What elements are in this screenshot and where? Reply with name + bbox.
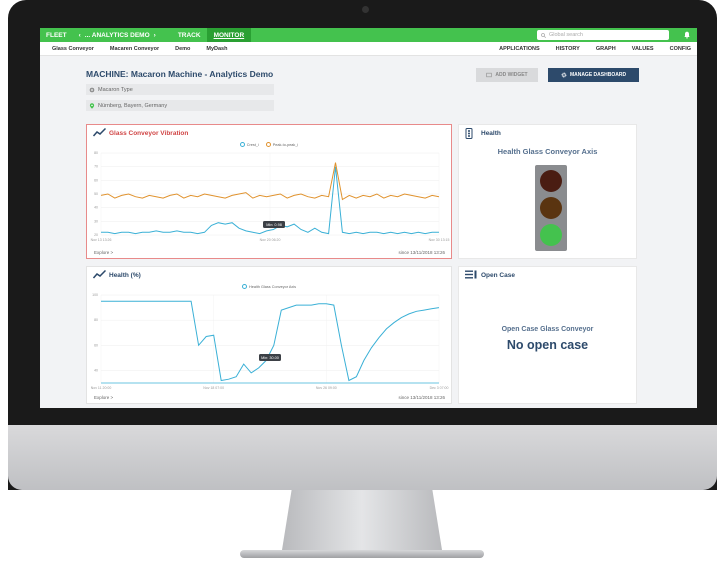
nav-applications[interactable]: APPLICATIONS <box>491 46 548 52</box>
nav-macaren-conveyor[interactable]: Macaren Conveyor <box>102 46 167 52</box>
add-widget-button[interactable]: ADD WIDGET <box>476 68 538 82</box>
green-lamp <box>540 224 562 246</box>
nav-glass-conveyor[interactable]: Glass Conveyor <box>40 46 102 52</box>
y-tick-label: 100 <box>92 293 98 297</box>
traffic-light-icon <box>465 128 473 139</box>
x-tick-label: Nov 30 13:15 <box>429 238 450 242</box>
track-tab[interactable]: TRACK <box>172 32 207 39</box>
camera-icon <box>362 6 369 13</box>
chevron-left-icon[interactable]: ‹ <box>79 32 81 39</box>
open-case-status: No open case <box>506 338 589 352</box>
search-placeholder: Global search <box>549 32 583 38</box>
nav-config[interactable]: CONFIG <box>662 46 697 52</box>
x-tick-label: Nov 20 06:20 <box>260 238 281 242</box>
annotation-text: Min: 0.98 <box>266 223 282 227</box>
machine-location: Nürnberg, Bayern, Germany <box>98 102 168 109</box>
nav-history[interactable]: HISTORY <box>548 46 588 52</box>
x-tick-label: Dec 3 07:00 <box>430 386 449 390</box>
red-lamp <box>540 170 562 192</box>
secondary-navbar: Glass Conveyor Macaren Conveyor Demo MyD… <box>40 42 697 56</box>
demo-title: ... ANALYTICS DEMO <box>84 31 150 39</box>
top-navbar: FLEET ‹ ... ANALYTICS DEMO › TRACK MONIT… <box>40 28 697 42</box>
health-light-title: Health <box>481 130 501 137</box>
series-line <box>101 300 440 382</box>
health-chart-widget: Health (%) Health Glass Conveyor Axis 10… <box>86 266 452 404</box>
min-annotation: Min: 0.98 <box>263 221 285 228</box>
machine-type-row: Macaron Type <box>86 84 274 95</box>
add-widget-label: ADD WIDGET <box>495 72 528 78</box>
x-tick-label: Nov 26 09:00 <box>316 386 337 390</box>
nav-demo[interactable]: Demo <box>167 46 198 52</box>
annotation-text: Min: 30.00 <box>261 356 279 360</box>
health-light-subtitle: Health Glass Conveyor Axis <box>497 147 598 156</box>
y-tick-label: 40 <box>94 206 98 210</box>
min-annotation: Min: 30.00 <box>259 354 281 361</box>
demo-switcher[interactable]: ‹ ... ANALYTICS DEMO › <box>73 32 162 39</box>
page-title: MACHINE: Macaron Machine - Analytics Dem… <box>86 69 274 79</box>
monitor-stand <box>282 490 442 550</box>
health-chart[interactable]: 100 80 60 40 Nov 11 20:00 Nov 18 07:00 Nov 26 … <box>87 267 451 403</box>
since-label: since 13/11/2018 13:26 <box>398 250 445 255</box>
fleet-link[interactable]: FLEET <box>40 32 73 39</box>
open-case-subtitle: Open Case Glass Conveyor <box>501 326 594 333</box>
cog-icon <box>89 87 95 92</box>
y-tick-label: 60 <box>94 343 98 347</box>
open-case-widget: Open Case Open Case Glass Conveyor No op… <box>458 266 637 404</box>
y-tick-label: 20 <box>94 233 98 237</box>
search-icon <box>541 32 546 38</box>
screen: FLEET ‹ ... ANALYTICS DEMO › TRACK MONIT… <box>40 28 697 408</box>
widget-icon <box>486 72 493 78</box>
gear-icon <box>561 72 567 78</box>
y-tick-label: 80 <box>94 318 98 322</box>
open-case-title: Open Case <box>481 272 515 279</box>
monitor-tab[interactable]: MONITOR <box>206 28 252 42</box>
list-icon <box>465 270 477 279</box>
x-tick-label: Nov 18 07:00 <box>203 386 224 390</box>
machine-location-row: Nürnberg, Bayern, Germany <box>86 100 274 111</box>
machine-type: Macaron Type <box>98 86 133 93</box>
y-tick-label: 60 <box>94 178 98 182</box>
health-light-widget: Health Health Glass Conveyor Axis <box>458 124 637 259</box>
traffic-light <box>535 165 567 251</box>
chevron-right-icon[interactable]: › <box>154 32 156 39</box>
vibration-widget: Glass Conveyor Vibration Crest_i Peak-to… <box>86 124 452 259</box>
y-tick-label: 30 <box>94 219 98 223</box>
y-tick-label: 40 <box>94 368 98 372</box>
y-tick-label: 50 <box>94 192 98 196</box>
amber-lamp <box>540 197 562 219</box>
global-search-input[interactable]: Global search <box>537 30 669 40</box>
x-tick-label: Nov 11 20:00 <box>91 386 112 390</box>
explore-link[interactable]: Explore > <box>94 250 113 255</box>
nav-graph[interactable]: GRAPH <box>588 46 624 52</box>
location-pin-icon <box>89 102 95 109</box>
manage-dashboard-button[interactable]: MANAGE DASHBOARD <box>548 68 639 82</box>
nav-values[interactable]: VALUES <box>624 46 662 52</box>
y-tick-label: 70 <box>94 165 98 169</box>
explore-link[interactable]: Explore > <box>94 395 113 400</box>
y-tick-label: 80 <box>94 151 98 155</box>
monitor-chin <box>8 425 717 490</box>
monitor-foot <box>240 550 484 558</box>
bell-icon[interactable] <box>683 31 691 39</box>
manage-dashboard-label: MANAGE DASHBOARD <box>569 72 627 78</box>
x-tick-label: Nov 13 13:26 <box>91 238 112 242</box>
since-label: since 13/11/2018 13:26 <box>398 395 445 400</box>
nav-mydash[interactable]: MyDash <box>198 46 235 52</box>
vibration-chart[interactable]: 80 70 60 50 40 30 20Nov 13 13:26 Nov 20 06:20 No… <box>87 125 451 258</box>
